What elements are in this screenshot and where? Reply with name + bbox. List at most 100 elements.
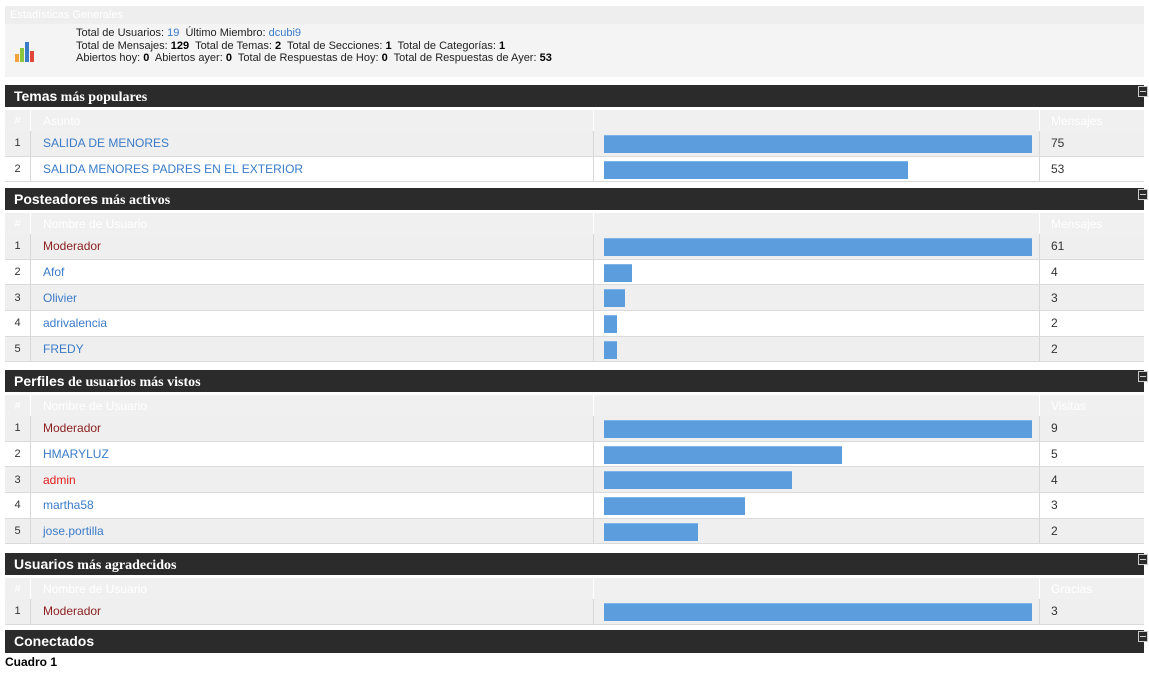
row-name-cell: Olivier [30, 285, 593, 311]
users-value[interactable]: 19 [167, 27, 179, 39]
row-name-link[interactable]: martha58 [43, 498, 94, 512]
table-row: 4 adrivalencia 2 [5, 311, 1144, 337]
row-name-cell: martha58 [30, 493, 593, 518]
section-title: Conectados [14, 633, 95, 649]
value-bar [604, 238, 1032, 256]
column-header-name: Nombre de Usuario [30, 213, 593, 234]
row-rank: 4 [14, 499, 21, 512]
column-header-rank: # [14, 114, 21, 127]
sections-label: Total de Secciones: [287, 39, 383, 52]
last-member-label: Último Miembro: [185, 27, 266, 39]
sections-value: 1 [385, 39, 392, 52]
row-name-link[interactable]: HMARYLUZ [43, 447, 109, 461]
table-row: 1 Moderador 3 [5, 599, 1144, 625]
row-rank: 3 [14, 473, 21, 486]
column-header-bar [593, 110, 1039, 131]
section-subtitle: más populares [60, 90, 148, 105]
row-value: 2 [1039, 336, 1144, 362]
row-rank: 3 [14, 291, 21, 304]
row-name-link[interactable]: Moderador [43, 604, 101, 618]
value-bar [604, 315, 617, 334]
row-name-cell: Afof [30, 259, 593, 285]
value-bar [604, 160, 908, 179]
table-header-row: # Nombre de Usuario Mensajes [5, 213, 1144, 234]
stats-line-1: Total de Usuarios: 19 Último Miembro: dc… [76, 27, 552, 40]
thanked-users-table: # Nombre de Usuario Gracias 1 Moderador 3 [5, 578, 1144, 625]
row-name-cell: SALIDA DE MENORES [30, 131, 593, 156]
row-bar-cell [593, 518, 1039, 544]
row-bar-cell [593, 311, 1039, 336]
row-bar-cell [593, 416, 1039, 441]
column-header-name: Asunto [30, 110, 593, 131]
row-value: 2 [1039, 311, 1144, 336]
section-title: Usuarios [14, 556, 74, 572]
row-rank: 1 [14, 137, 21, 150]
value-bar [604, 135, 1032, 153]
row-name-cell: SALIDA MENORES PADRES EN EL EXTERIOR [30, 156, 593, 182]
row-rank: 1 [14, 240, 21, 253]
table-row: 3 admin 4 [5, 467, 1144, 494]
row-name-link[interactable]: Olivier [43, 291, 77, 305]
column-header-name: Nombre de Usuario [30, 395, 593, 416]
row-name-link[interactable]: Moderador [43, 239, 101, 253]
value-bar [604, 263, 632, 282]
column-header-bar [593, 395, 1039, 416]
open-today-label: Abiertos hoy: [76, 52, 141, 64]
section-header-thanked-users: Usuarios más agradecidos [5, 553, 1148, 575]
table-row: 5 jose.portilla 2 [5, 518, 1144, 545]
collapse-icon[interactable] [1138, 554, 1148, 565]
row-name-cell: Moderador [30, 599, 593, 624]
row-name-link[interactable]: jose.portilla [43, 524, 104, 538]
row-bar-cell [593, 599, 1039, 624]
section-header-active-posters: Posteadores más activos [5, 188, 1148, 210]
column-header-name: Nombre de Usuario [30, 578, 593, 599]
row-name-link[interactable]: SALIDA DE MENORES [43, 136, 169, 150]
replies-today-value: 0 [381, 52, 388, 64]
row-bar-cell [593, 467, 1039, 493]
viewed-profiles-table: # Nombre de Usuario Visitas 1 Moderador 9 2 HMA… [5, 395, 1144, 545]
last-member-link[interactable]: dcubi9 [269, 27, 301, 39]
column-header-rank: # [14, 399, 21, 412]
table-header-row: # Asunto Mensajes [5, 110, 1144, 131]
row-bar-cell [593, 259, 1039, 285]
row-name-link[interactable]: adrivalencia [43, 316, 107, 330]
collapse-icon[interactable] [1138, 631, 1148, 642]
row-value: 75 [1039, 131, 1144, 156]
row-name-link[interactable]: FREDY [43, 342, 84, 356]
row-value: 4 [1039, 259, 1144, 285]
row-name-cell: admin [30, 467, 593, 493]
collapse-icon[interactable] [1138, 86, 1148, 97]
row-bar-cell [593, 441, 1039, 467]
row-value: 53 [1039, 156, 1144, 182]
value-bar [604, 289, 625, 308]
row-rank: 1 [14, 605, 21, 618]
general-stats-title: Estadísticas Generales [5, 6, 1144, 24]
column-header-bar [593, 578, 1039, 599]
collapse-icon[interactable] [1138, 189, 1148, 200]
row-name-cell: adrivalencia [30, 311, 593, 336]
messages-value: 129 [170, 39, 190, 52]
column-header-rank: # [14, 217, 21, 230]
table-header-row: # Nombre de Usuario Visitas [5, 395, 1144, 416]
messages-label: Total de Mensajes: [76, 39, 168, 52]
row-rank: 2 [14, 448, 21, 461]
row-name-link[interactable]: SALIDA MENORES PADRES EN EL EXTERIOR [43, 162, 303, 176]
row-name-cell: Moderador [30, 234, 593, 259]
row-name-link[interactable]: admin [43, 473, 76, 487]
table-row: 3 Olivier 3 [5, 285, 1144, 312]
section-title: Posteadores [14, 191, 99, 207]
table-row: 2 Afof 4 [5, 259, 1144, 286]
topics-label: Total de Temas: [195, 39, 272, 52]
row-rank: 5 [14, 525, 21, 538]
row-name-link[interactable]: Moderador [43, 421, 101, 435]
collapse-icon[interactable] [1138, 371, 1148, 382]
value-bar [604, 603, 1032, 621]
table-row: 1 Moderador 61 [5, 234, 1144, 260]
stats-line-2: Total de Mensajes: 129 Total de Temas: 2… [76, 40, 552, 53]
users-label: Total de Usuarios: [76, 27, 165, 39]
section-subtitle: más activos [101, 193, 171, 208]
open-yesterday-value: 0 [225, 52, 232, 64]
row-value: 61 [1039, 234, 1144, 259]
row-name-link[interactable]: Afof [43, 265, 64, 279]
row-value: 9 [1039, 416, 1144, 441]
